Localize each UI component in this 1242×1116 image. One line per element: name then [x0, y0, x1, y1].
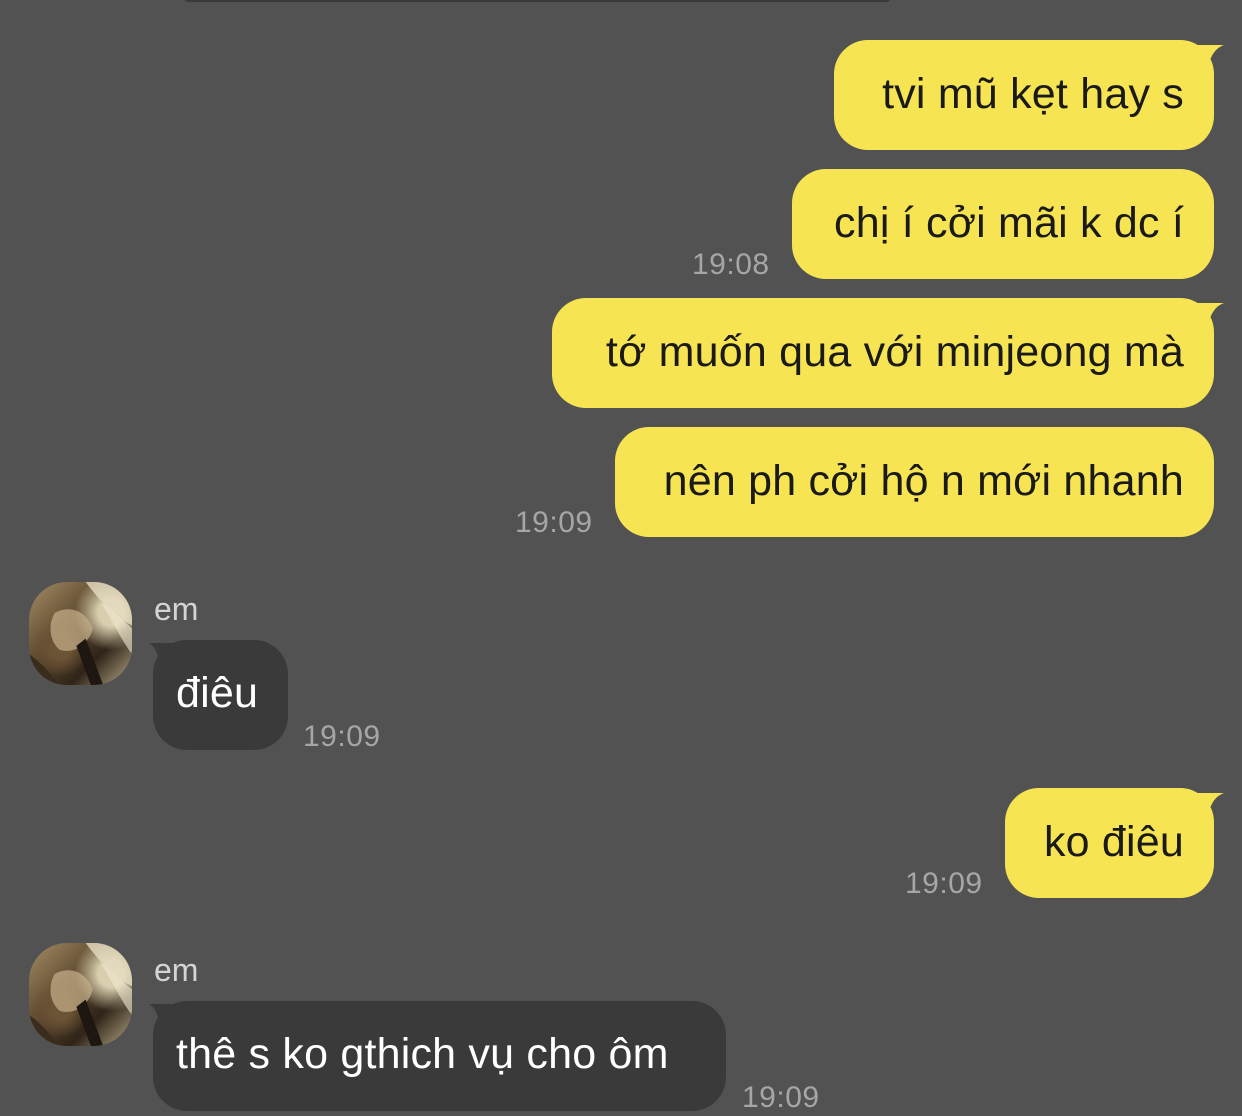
message-text: thê s ko gthich vụ cho ôm [176, 1029, 669, 1078]
top-bar-edge [185, 0, 890, 2]
profile-photo-icon [29, 582, 132, 685]
message-text: ko điêu [1043, 817, 1184, 866]
outgoing-message-bubble[interactable]: chị í cởi mãi k dc í [792, 169, 1214, 279]
bubble-tail-icon [149, 643, 175, 669]
bubble-tail-icon [1188, 45, 1224, 69]
message-text: tớ muốn qua với minjeong mà [605, 327, 1184, 376]
outgoing-message-bubble[interactable]: tvi mũ kẹt hay s [834, 40, 1214, 150]
message-timestamp: 19:09 [905, 867, 983, 900]
message-text: điêu [176, 668, 259, 717]
bubble-tail-icon [149, 1004, 175, 1030]
message-timestamp: 19:09 [742, 1081, 820, 1114]
outgoing-message-bubble[interactable]: nên ph cởi hộ n mới nhanh [615, 427, 1214, 537]
sender-name: em [154, 591, 199, 627]
outgoing-message-bubble[interactable]: ko điêu [1005, 788, 1214, 898]
sender-name: em [154, 952, 199, 988]
profile-photo-icon [29, 943, 132, 1046]
message-text: tvi mũ kẹt hay s [882, 69, 1184, 118]
message-timestamp: 19:09 [303, 720, 381, 753]
outgoing-message-bubble[interactable]: tớ muốn qua với minjeong mà [552, 298, 1214, 408]
message-text: nên ph cởi hộ n mới nhanh [663, 456, 1184, 505]
contact-avatar[interactable] [29, 943, 132, 1046]
incoming-message-bubble[interactable]: thê s ko gthich vụ cho ôm [153, 1001, 726, 1111]
message-text: chị í cởi mãi k dc í [834, 198, 1184, 247]
message-timestamp: 19:09 [515, 506, 593, 539]
bubble-tail-icon [1188, 793, 1224, 817]
contact-avatar[interactable] [29, 582, 132, 685]
message-timestamp: 19:08 [692, 248, 770, 281]
bubble-tail-icon [1188, 303, 1224, 327]
